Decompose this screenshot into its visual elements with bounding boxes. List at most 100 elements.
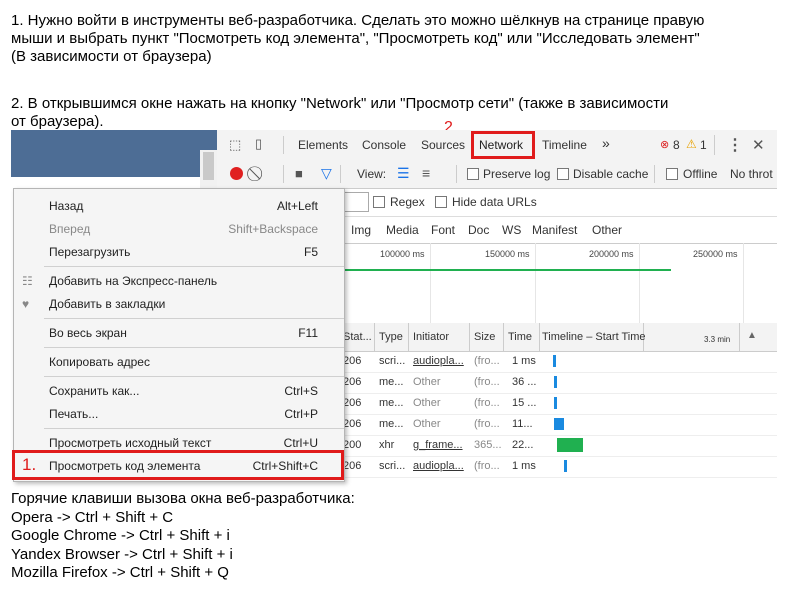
error-count: 8 [673,138,680,152]
timeline-scale-label: 3.3 min [704,335,731,344]
menu-item-back[interactable]: Назад Alt+Left [14,194,344,217]
hide-data-urls-label: Hide data URLs [452,195,537,209]
tab-console[interactable]: Console [362,138,406,152]
menu-item-shortcut: Ctrl+U [283,436,318,450]
tab-divider [714,135,715,155]
throttling-select[interactable]: No throt [730,167,773,181]
cell-type: me... [379,376,404,388]
cell-initiator[interactable]: g_frame... [413,439,463,451]
column-status[interactable]: Stat... [343,331,372,343]
cell-status: 206 [343,397,362,409]
tab-elements[interactable]: Elements [298,138,348,152]
type-filter-media[interactable]: Media [386,223,419,237]
menu-separator [44,347,344,348]
column-initiator[interactable]: Initiator [413,331,449,343]
menu-separator [44,266,344,267]
cell-status: 200 [343,439,362,451]
hide-data-urls-checkbox[interactable] [435,196,447,208]
column-separator [539,323,540,351]
type-filter-other[interactable]: Other [592,223,622,237]
column-time[interactable]: Time [508,331,532,343]
tick-label: 150000 ms [485,249,530,259]
menu-item-fullscreen[interactable]: Во весь экран F11 [14,321,344,344]
menu-item-save-as[interactable]: Сохранить как... Ctrl+S [14,379,344,402]
toolbar-divider [456,165,457,183]
instruction-line-3: (В зависимости от браузера) [11,48,212,65]
menu-item-label: Добавить в закладки [49,297,166,311]
toolbar-divider [283,165,284,183]
column-separator [503,323,504,351]
inspect-icon[interactable]: ⬚ [229,137,241,153]
instruction-line-2: мыши и выбрать пункт "Посмотреть код эле… [11,30,700,47]
waterfall-bar [557,438,583,452]
warning-icon[interactable]: ⚠ [686,137,697,151]
type-filter-img[interactable]: Img [351,223,371,237]
cell-type: xhr [379,439,395,451]
cell-status: 206 [343,355,362,367]
cell-type: me... [379,397,404,409]
cell-initiator[interactable]: audiopla... [413,460,464,472]
disable-cache-checkbox[interactable] [557,168,569,180]
record-icon[interactable] [230,167,243,180]
grid-line [535,243,536,323]
menu-item-label: Копировать адрес [49,355,150,369]
menu-item-copy-address[interactable]: Копировать адрес [14,350,344,373]
page-scrollbar-thumb[interactable] [203,152,214,180]
menu-item-reload[interactable]: Перезагрузить F5 [14,240,344,263]
regex-checkbox[interactable] [373,196,385,208]
overview-icon[interactable]: ≡ [422,165,430,181]
cell-size: (fro... [474,355,500,367]
cell-initiator[interactable]: audiopla... [413,355,464,367]
menu-item-shortcut: F11 [298,326,318,340]
cell-size: (fro... [474,397,500,409]
menu-item-speed-dial[interactable]: ☷ Добавить на Экспресс-панель [14,269,344,292]
menu-item-shortcut: Ctrl+P [284,407,318,421]
speed-dial-icon: ☷ [22,274,33,288]
close-icon[interactable]: ✕ [752,136,765,154]
column-size[interactable]: Size [474,331,495,343]
instruction-line-1: 1. Нужно войти в инструменты веб-разрабо… [11,12,705,29]
column-type[interactable]: Type [379,331,403,343]
type-filter-font[interactable]: Font [431,223,455,237]
grid-line [743,243,744,323]
menu-item-label: Сохранить как... [49,384,140,398]
kebab-menu-icon[interactable]: ⋮ [727,135,743,155]
menu-item-print[interactable]: Печать... Ctrl+P [14,402,344,425]
cell-status: 206 [343,460,362,472]
error-icon[interactable]: ⊗ [660,138,669,151]
toolbar-divider [654,165,655,183]
cell-size: (fro... [474,376,500,388]
column-separator [469,323,470,351]
hotkeys-title: Горячие клавиши вызова окна веб-разработ… [11,490,355,507]
type-filter-ws[interactable]: WS [502,223,521,237]
more-tabs-icon[interactable]: » [602,135,610,151]
menu-item-forward[interactable]: Вперед Shift+Backspace [14,217,344,240]
column-separator [374,323,375,351]
cell-time: 1 ms [512,460,536,472]
inspect-item-highlight [12,450,344,480]
filter-icon[interactable]: ▽ [321,165,332,182]
waterfall-bar [554,418,564,430]
preserve-log-checkbox[interactable] [467,168,479,180]
grid-line [639,243,640,323]
type-filter-doc[interactable]: Doc [468,223,489,237]
cell-initiator: Other [413,418,441,430]
menu-separator [44,428,344,429]
large-rows-icon[interactable]: ☰ [397,165,410,182]
column-timeline[interactable]: Timeline – Start Time [542,331,646,343]
tab-sources[interactable]: Sources [421,138,465,152]
sort-up-icon[interactable]: ▲ [747,330,757,341]
type-filter-manifest[interactable]: Manifest [532,223,577,237]
preserve-log-label: Preserve log [483,167,551,181]
tab-timeline[interactable]: Timeline [542,138,587,152]
menu-item-shortcut: Alt+Left [276,199,318,213]
offline-checkbox[interactable] [666,168,678,180]
menu-item-bookmark[interactable]: ♥ Добавить в закладки [14,292,344,315]
camera-icon[interactable]: ■ [295,166,303,181]
waterfall-bar [564,460,567,472]
offline-label: Offline [683,167,718,181]
device-mode-icon[interactable]: ▯ [255,136,262,152]
cell-time: 1 ms [512,355,536,367]
cell-size: (fro... [474,418,500,430]
cell-size: 365... [474,439,502,451]
